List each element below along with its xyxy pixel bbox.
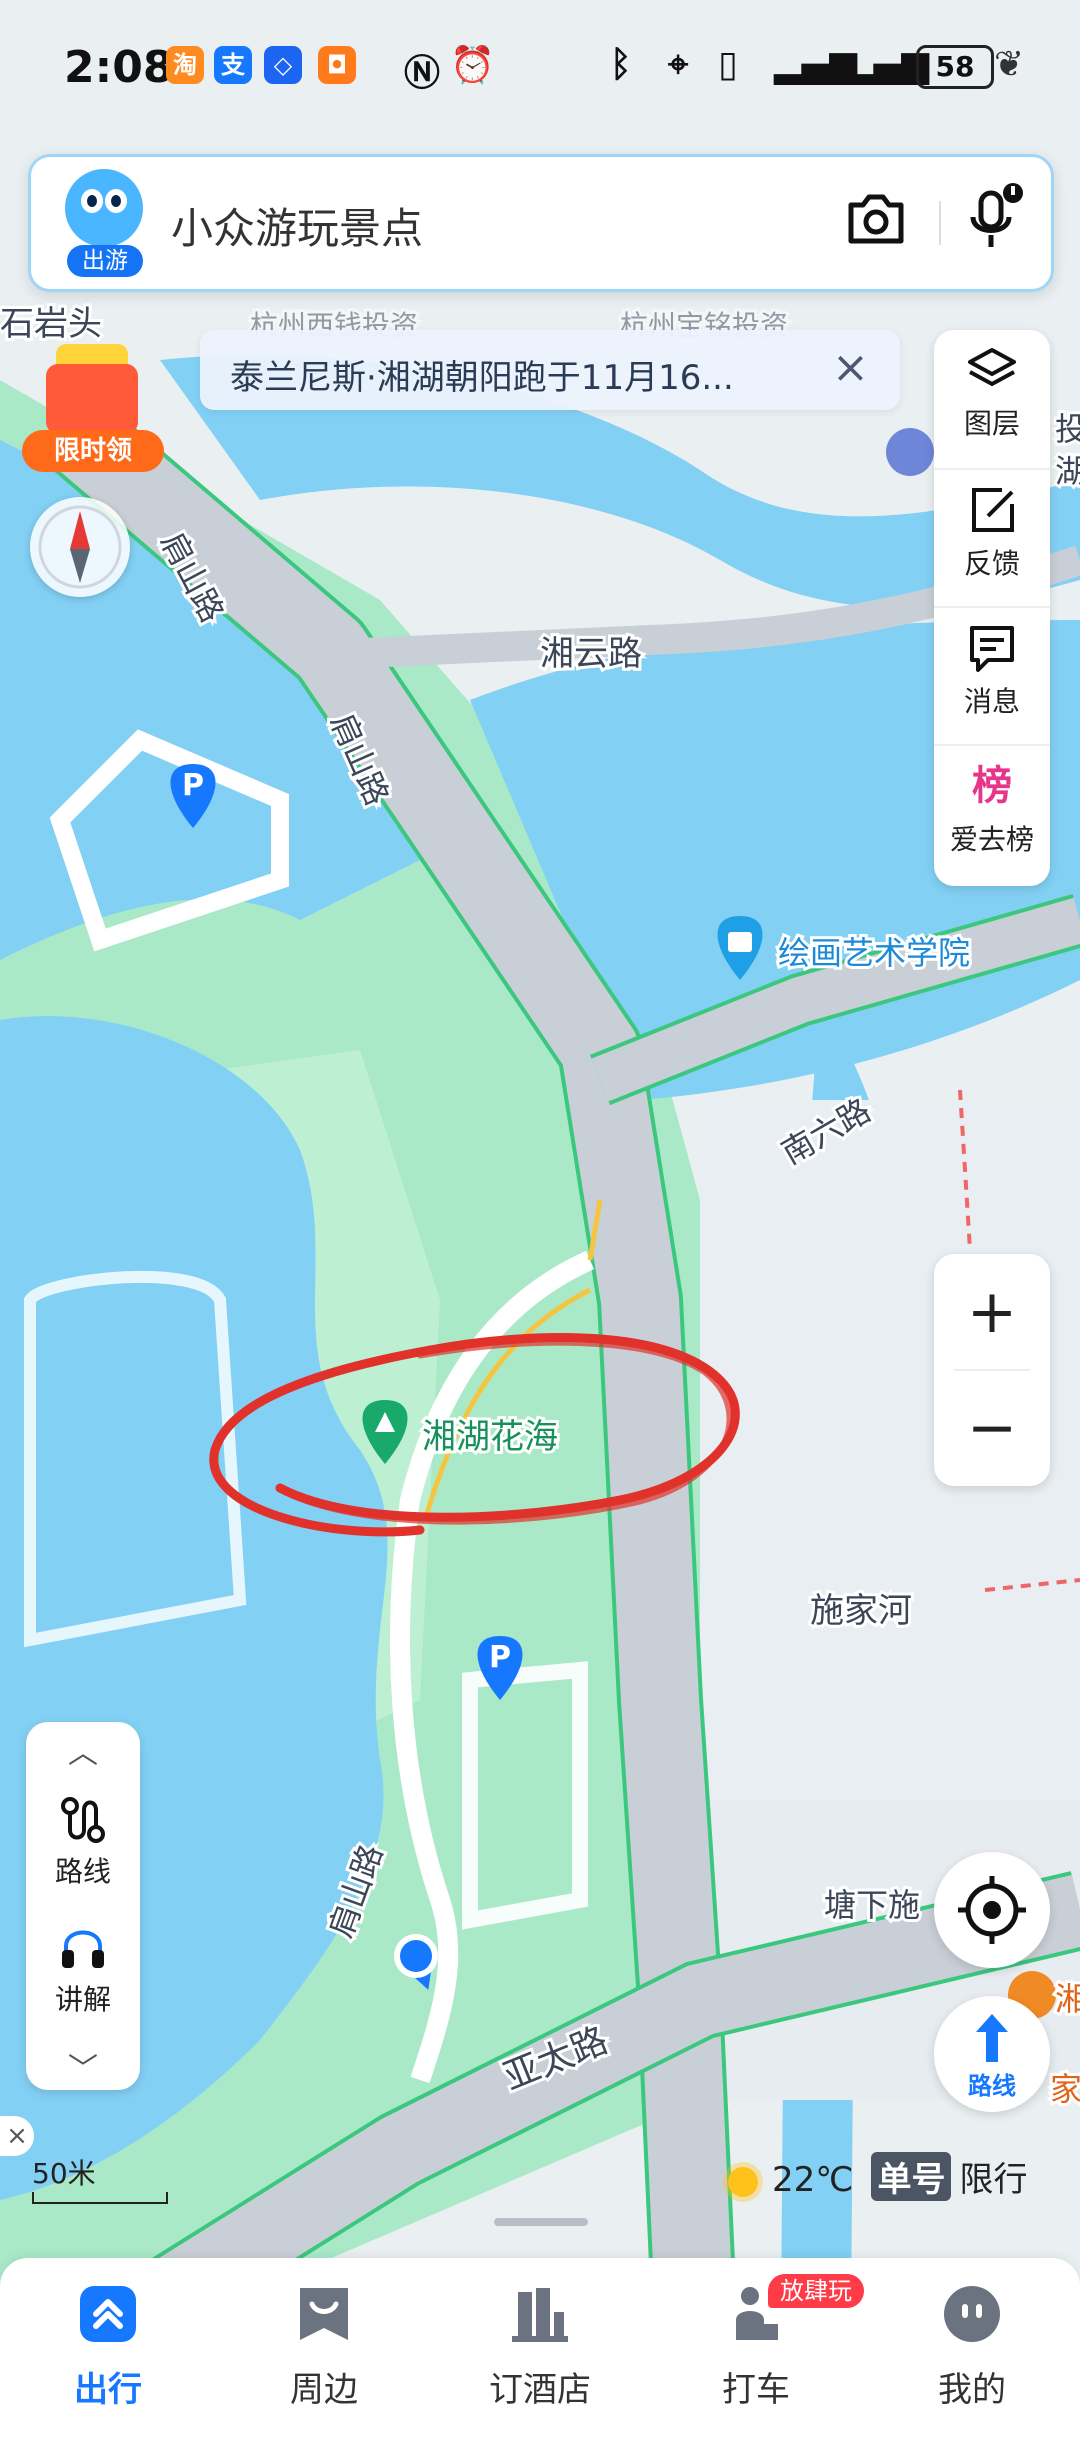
tab-taxi[interactable]: 放肆玩 打车: [648, 2258, 864, 2438]
leaf-icon: ❦: [994, 44, 1025, 85]
feedback-label: 反馈: [963, 547, 1020, 580]
map-label-art-school: 绘画艺术学院: [778, 934, 970, 972]
tab-profile[interactable]: 我的: [864, 2258, 1080, 2438]
location-icon: ⌖: [668, 44, 689, 85]
notice-banner[interactable]: 泰兰尼斯·湘湖朝阳跑于11月16... ×: [200, 330, 900, 410]
poi-icon-top-right: [886, 428, 934, 476]
scale-bar: [32, 2192, 168, 2204]
map-tools-panel: 图层 反馈 消息 榜 爱去榜: [934, 330, 1050, 886]
weather-info[interactable]: 22℃ 单号 限行: [728, 2152, 1027, 2202]
camera-icon[interactable]: [845, 191, 907, 247]
odd-number-badge: 单号: [871, 2152, 952, 2201]
close-icon[interactable]: ×: [832, 342, 869, 393]
map-label-edge-right3: 家: [1050, 2070, 1080, 2108]
map-label-tangxia: 塘下施: [824, 1886, 920, 1924]
layers-label: 图层: [963, 407, 1020, 440]
locate-button[interactable]: [934, 1852, 1050, 1968]
bottom-tab-bar: 出行 周边 订酒店 放肆玩 打车 我的: [0, 2258, 1080, 2438]
promo-gift[interactable]: 限时领: [18, 330, 168, 480]
layers-icon: [968, 348, 1016, 386]
audio-guide-button[interactable]: 讲解: [26, 1920, 140, 2020]
nfc-icon: Ⓝ: [404, 53, 441, 94]
microphone-icon[interactable]: [961, 181, 1025, 257]
messages-button[interactable]: 消息: [934, 606, 1050, 738]
route-tool-button[interactable]: 路线: [26, 1792, 140, 1892]
zoom-in-button[interactable]: +: [934, 1254, 1050, 1370]
map-label-edge-right4: 湘: [1055, 1980, 1080, 2018]
collapse-down-icon[interactable]: ﹀: [26, 2044, 140, 2088]
signal-icon: ▂▄▆: [774, 44, 858, 85]
alarm-icon: ⏰: [450, 45, 495, 86]
svg-text:P: P: [489, 1640, 511, 1675]
message-icon: [970, 626, 1014, 672]
search-input[interactable]: 小众游玩景点: [171, 195, 423, 256]
map-label-edge-right2: 湖: [1055, 452, 1080, 490]
scale-label: 50米: [32, 2157, 96, 2190]
tab-taxi-label: 打车: [722, 2370, 790, 2410]
mascot-icon[interactable]: [65, 169, 143, 247]
alipay-icon: 支: [214, 46, 252, 84]
layers-button[interactable]: 图层: [934, 330, 1050, 460]
search-bar[interactable]: 出游 小众游玩景点: [28, 154, 1054, 292]
tab-nearby-label: 周边: [290, 2370, 358, 2410]
map-label-shijiahe: 施家河: [810, 1591, 912, 1631]
gift-box-icon: [46, 364, 138, 434]
sun-icon: [728, 2166, 758, 2197]
profile-icon: [944, 2286, 1000, 2342]
vibrate-icon: ▯: [718, 44, 738, 85]
tab-nearby[interactable]: 周边: [216, 2258, 432, 2438]
route-button[interactable]: 路线: [934, 1996, 1050, 2112]
map-scale: 50米: [32, 2152, 168, 2204]
status-bar: 2:08 淘 支 ◇ ◘ Ⓝ ⏰ ᛒ ⌖ ▯ ▂▄▆ ▂▄▆ 58 ❦: [0, 0, 1080, 130]
feedback-button[interactable]: 反馈: [934, 468, 1050, 600]
ranking-icon: 榜: [972, 763, 1012, 809]
battery-indicator: 58: [916, 45, 994, 89]
svg-text:P: P: [182, 768, 204, 803]
hotel-icon: [512, 2288, 568, 2342]
promo-label: 限时领: [22, 430, 164, 472]
crosshair-icon: [958, 1876, 1026, 1944]
headphones-icon: [62, 1930, 104, 1968]
taobao-icon: 淘: [166, 46, 204, 84]
compass-icon[interactable]: [30, 497, 130, 597]
audio-guide-label: 讲解: [54, 1983, 111, 2016]
collapse-up-icon[interactable]: ︿: [26, 1728, 140, 1772]
bluetooth-icon: ᛒ: [610, 44, 632, 85]
route-button-label: 路线: [968, 2072, 1016, 2100]
tab-travel[interactable]: 出行: [0, 2258, 216, 2438]
nearby-icon: [300, 2288, 348, 2340]
ranking-button[interactable]: 榜 爱去榜: [934, 744, 1050, 876]
zoom-control: + −: [934, 1254, 1050, 1486]
travel-mode-badge: 出游: [67, 245, 143, 277]
jd-icon: ◘: [318, 46, 356, 84]
notice-text: 泰兰尼斯·湘湖朝阳跑于11月16...: [230, 358, 734, 398]
map-label-xiangyun: 湘云路: [540, 634, 642, 674]
drawer-handle[interactable]: [494, 2218, 588, 2226]
tab-hotel[interactable]: 订酒店: [432, 2258, 648, 2438]
temperature: 22℃: [772, 2160, 854, 2200]
tab-profile-label: 我的: [938, 2370, 1006, 2410]
edit-icon: [972, 488, 1014, 532]
traffic-limit-label: 限行: [959, 2160, 1028, 2200]
guide-panel: ︿ 路线 讲解 ﹀: [26, 1722, 140, 2090]
route-tool-label: 路线: [54, 1855, 111, 1888]
map-label-edge-right1: 投: [1055, 410, 1080, 448]
ai-icon: ◇: [264, 46, 302, 84]
route-icon: [61, 1797, 105, 1843]
messages-label: 消息: [963, 685, 1020, 718]
zoom-out-button[interactable]: −: [934, 1370, 1050, 1486]
search-divider: [939, 201, 941, 245]
map-label-xianghu-flower: 湘湖花海: [422, 1417, 558, 1457]
route-arrow-icon: [976, 2014, 1008, 2062]
taxi-promo-badge: 放肆玩: [768, 2274, 864, 2308]
ranking-label: 爱去榜: [949, 823, 1034, 856]
tab-hotel-label: 订酒店: [489, 2370, 591, 2410]
tab-travel-label: 出行: [74, 2370, 142, 2410]
status-time: 2:08: [64, 42, 174, 93]
travel-icon: [80, 2286, 136, 2342]
